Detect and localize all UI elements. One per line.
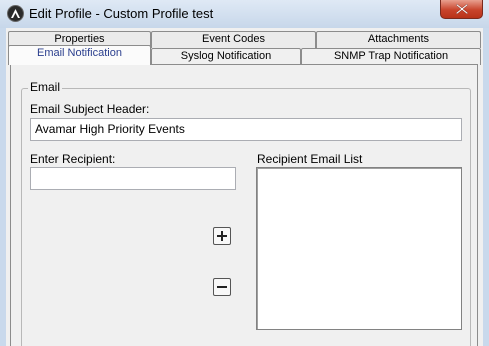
email-group-legend: Email [28, 80, 63, 94]
title-bar[interactable]: Edit Profile - Custom Profile test [0, 0, 489, 28]
close-button[interactable] [440, 0, 483, 19]
window-title: Edit Profile - Custom Profile test [29, 6, 214, 21]
tab-syslog-notification[interactable]: Syslog Notification [151, 48, 301, 65]
enter-recipient-input[interactable] [30, 167, 236, 190]
tab-label: Syslog Notification [180, 50, 272, 62]
tab-label: Attachments [367, 33, 430, 45]
add-recipient-button[interactable] [213, 227, 231, 245]
subject-header-input[interactable]: Avamar High Priority Events [30, 118, 462, 141]
recipient-email-list[interactable] [256, 167, 462, 330]
subject-header-label: Email Subject Header: [30, 102, 150, 116]
close-icon [456, 4, 468, 14]
tab-attachments[interactable]: Attachments [316, 31, 481, 48]
tab-label: SNMP Trap Notification [333, 50, 449, 62]
tab-label: Properties [54, 33, 105, 45]
remove-recipient-button[interactable] [213, 278, 231, 296]
recipient-list-label: Recipient Email List [257, 152, 363, 166]
plus-icon [217, 231, 227, 241]
tab-label: Event Codes [202, 33, 265, 45]
tab-event-codes[interactable]: Event Codes [151, 31, 316, 48]
tab-label: Email Notification [37, 47, 122, 59]
enter-recipient-label: Enter Recipient: [30, 152, 116, 166]
tab-snmp-trap-notification[interactable]: SNMP Trap Notification [301, 48, 481, 65]
minus-icon [217, 286, 227, 288]
avamar-logo-icon[interactable] [7, 5, 24, 22]
tab-email-notification[interactable]: Email Notification [8, 45, 151, 65]
window-frame-right [483, 28, 489, 346]
edit-profile-window: Edit Profile - Custom Profile test Prope… [0, 0, 489, 346]
